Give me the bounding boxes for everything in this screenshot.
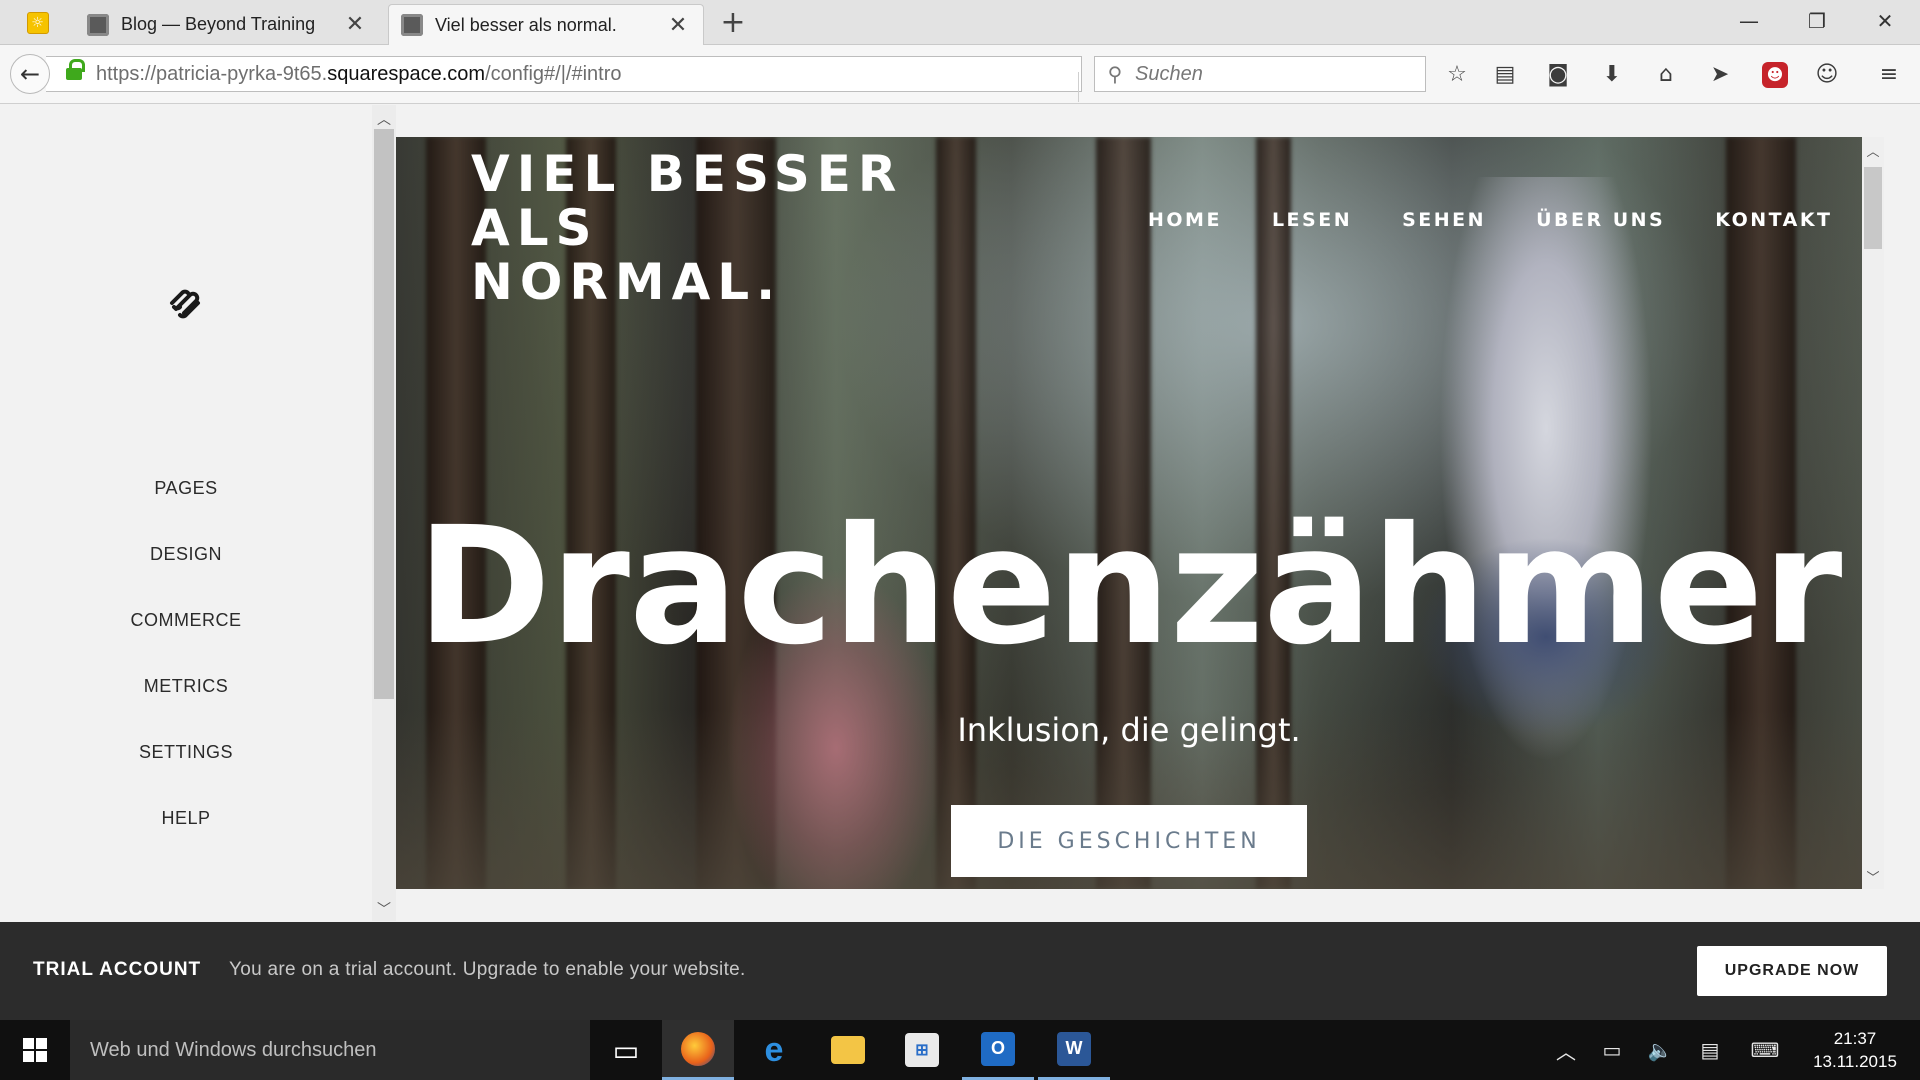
home-icon[interactable]: ⌂ bbox=[1649, 58, 1683, 92]
sidebar-item-help[interactable]: HELP bbox=[0, 785, 372, 851]
url-host: squarespace.com bbox=[327, 62, 486, 85]
scroll-up-icon[interactable]: ︿ bbox=[1862, 141, 1884, 160]
explorer-taskbar-button[interactable] bbox=[812, 1020, 884, 1080]
reading-list-icon[interactable]: ▤ bbox=[1488, 58, 1522, 92]
tab-close-icon[interactable]: ✕ bbox=[667, 13, 689, 38]
search-placeholder: Suchen bbox=[1135, 62, 1203, 85]
close-window-button[interactable]: ✕ bbox=[1850, 0, 1920, 45]
download-icon[interactable]: ⬇ bbox=[1595, 58, 1629, 92]
store-taskbar-button[interactable]: ⊞ bbox=[886, 1020, 958, 1080]
site-title[interactable]: VIEL BESSER ALS NORMAL. bbox=[471, 147, 903, 309]
site-navigation: HOME LESEN SEHEN ÜBER UNS KONTAKT bbox=[1148, 209, 1833, 231]
task-view-icon: ▭ bbox=[612, 1033, 640, 1067]
tab-close-icon[interactable]: ✕ bbox=[344, 12, 366, 37]
hero-subtitle: Inklusion, die gelingt. bbox=[957, 711, 1301, 749]
search-input[interactable]: ⚲ Suchen bbox=[1094, 56, 1426, 92]
site-nav-kontakt[interactable]: KONTAKT bbox=[1715, 209, 1832, 231]
stories-button[interactable]: DIE GESCHICHTEN bbox=[951, 805, 1307, 877]
chat-icon[interactable]: ☺ bbox=[1810, 58, 1844, 92]
navigation-bar: https://patricia-pyrka-9t65. squarespace.… bbox=[0, 45, 1920, 104]
edge-icon: e bbox=[764, 1030, 784, 1069]
tab-blog[interactable]: Blog — Beyond Training ✕ bbox=[75, 4, 380, 45]
trial-message: You are on a trial account. Upgrade to e… bbox=[229, 959, 746, 980]
site-nav-lesen[interactable]: LESEN bbox=[1272, 209, 1352, 231]
search-icon: ⚲ bbox=[1107, 63, 1123, 86]
squarespace-logo-icon[interactable] bbox=[166, 285, 204, 323]
pocket-icon[interactable]: ◙ bbox=[1541, 58, 1575, 92]
scroll-up-icon[interactable]: ︿ bbox=[372, 109, 396, 129]
tray-overflow-icon[interactable]: ︿ bbox=[1546, 1020, 1586, 1080]
new-tab-button[interactable]: + bbox=[718, 6, 748, 40]
site-preview[interactable]: VIEL BESSER ALS NORMAL. HOME LESEN SEHEN… bbox=[396, 137, 1862, 889]
trial-label: TRIAL ACCOUNT bbox=[33, 959, 202, 980]
preview-scrollbar[interactable]: ︿ ﹀ bbox=[1862, 137, 1884, 889]
tab-favicon-icon bbox=[401, 14, 423, 36]
tab-strip: ☼ Blog — Beyond Training ✕ Viel besser a… bbox=[0, 0, 1920, 45]
keyboard-icon[interactable]: ⌨ bbox=[1740, 1020, 1790, 1080]
site-nav-ueber-uns[interactable]: ÜBER UNS bbox=[1536, 209, 1665, 231]
sidebar-item-commerce[interactable]: COMMERCE bbox=[0, 587, 372, 653]
frame-scrollbar[interactable]: ︿ ﹀ bbox=[372, 105, 396, 921]
edge-taskbar-button[interactable]: e bbox=[738, 1020, 810, 1080]
sidebar-item-design[interactable]: DESIGN bbox=[0, 521, 372, 587]
pinned-tab[interactable]: ☼ bbox=[0, 0, 75, 45]
firefox-taskbar-button[interactable] bbox=[662, 1020, 734, 1080]
sidebar-menu: PAGES DESIGN COMMERCE METRICS SETTINGS H… bbox=[0, 455, 372, 851]
url-bar[interactable]: https://patricia-pyrka-9t65. squarespace.… bbox=[46, 56, 1113, 102]
action-center-icon[interactable]: ▤ bbox=[1690, 1020, 1730, 1080]
word-icon: W bbox=[1057, 1031, 1091, 1066]
sidebar-item-metrics[interactable]: METRICS bbox=[0, 653, 372, 719]
menu-icon[interactable]: ≡ bbox=[1872, 58, 1906, 92]
scroll-down-icon[interactable]: ﹀ bbox=[372, 899, 396, 919]
task-view-button[interactable]: ▭ bbox=[590, 1020, 662, 1080]
trial-banner: TRIAL ACCOUNT You are on a trial account… bbox=[0, 922, 1920, 1020]
upgrade-now-button[interactable]: UPGRADE NOW bbox=[1697, 946, 1887, 996]
url-path: /config#/|/#intro bbox=[485, 62, 622, 85]
url-divider bbox=[1078, 72, 1079, 102]
config-sidebar: PAGES DESIGN COMMERCE METRICS SETTINGS H… bbox=[0, 105, 372, 921]
site-nav-sehen[interactable]: SEHEN bbox=[1402, 209, 1486, 231]
restore-button[interactable]: ❐ bbox=[1782, 0, 1852, 45]
clock-date: 13.11.2015 bbox=[1813, 1052, 1897, 1071]
store-icon: ⊞ bbox=[905, 1033, 939, 1067]
back-arrow-icon: ← bbox=[19, 60, 41, 88]
send-icon[interactable]: ➤ bbox=[1703, 58, 1737, 92]
clock-time: 21:37 bbox=[1833, 1029, 1877, 1048]
back-button[interactable]: ← bbox=[10, 54, 50, 94]
taskbar-search-input[interactable]: Web und Windows durchsuchen bbox=[70, 1020, 590, 1080]
battery-icon[interactable]: ▭ bbox=[1592, 1020, 1632, 1080]
sidebar-item-pages[interactable]: PAGES bbox=[0, 455, 372, 521]
word-taskbar-button[interactable]: W bbox=[1038, 1020, 1110, 1080]
outlook-icon: O bbox=[981, 1031, 1015, 1066]
sidebar-item-settings[interactable]: SETTINGS bbox=[0, 719, 372, 785]
scroll-down-icon[interactable]: ﹀ bbox=[1862, 867, 1884, 886]
addon-monster-icon[interactable]: ☻ bbox=[1762, 62, 1788, 88]
taskbar-search-placeholder: Web und Windows durchsuchen bbox=[90, 1038, 377, 1061]
pinned-app-icon: ☼ bbox=[26, 11, 49, 34]
tab-label: Viel besser als normal. bbox=[435, 14, 617, 35]
site-nav-home[interactable]: HOME bbox=[1148, 209, 1222, 231]
scrollbar-thumb[interactable] bbox=[374, 129, 394, 699]
hero-title: Drachenzähmer bbox=[416, 493, 1843, 681]
tab-favicon-icon bbox=[87, 13, 109, 36]
windows-logo-icon bbox=[23, 1038, 47, 1062]
url-prefix: https://patricia-pyrka-9t65. bbox=[96, 62, 328, 85]
minimize-button[interactable]: — bbox=[1714, 0, 1784, 45]
tab-label: Blog — Beyond Training bbox=[121, 14, 316, 34]
folder-icon bbox=[831, 1036, 865, 1064]
taskbar-clock[interactable]: 21:37 13.11.2015 bbox=[1800, 1027, 1910, 1073]
taskbar: Web und Windows durchsuchen ▭ e ⊞ O W ︿ … bbox=[0, 1020, 1920, 1080]
outlook-taskbar-button[interactable]: O bbox=[962, 1020, 1034, 1080]
scrollbar-thumb[interactable] bbox=[1864, 167, 1882, 249]
volume-icon[interactable]: 🔈 bbox=[1640, 1020, 1680, 1080]
tab-viel-besser[interactable]: Viel besser als normal. ✕ bbox=[388, 4, 704, 45]
firefox-icon bbox=[681, 1031, 715, 1066]
start-button[interactable] bbox=[0, 1020, 70, 1080]
bookmark-star-icon[interactable]: ☆ bbox=[1440, 58, 1474, 92]
lock-icon bbox=[66, 59, 85, 82]
